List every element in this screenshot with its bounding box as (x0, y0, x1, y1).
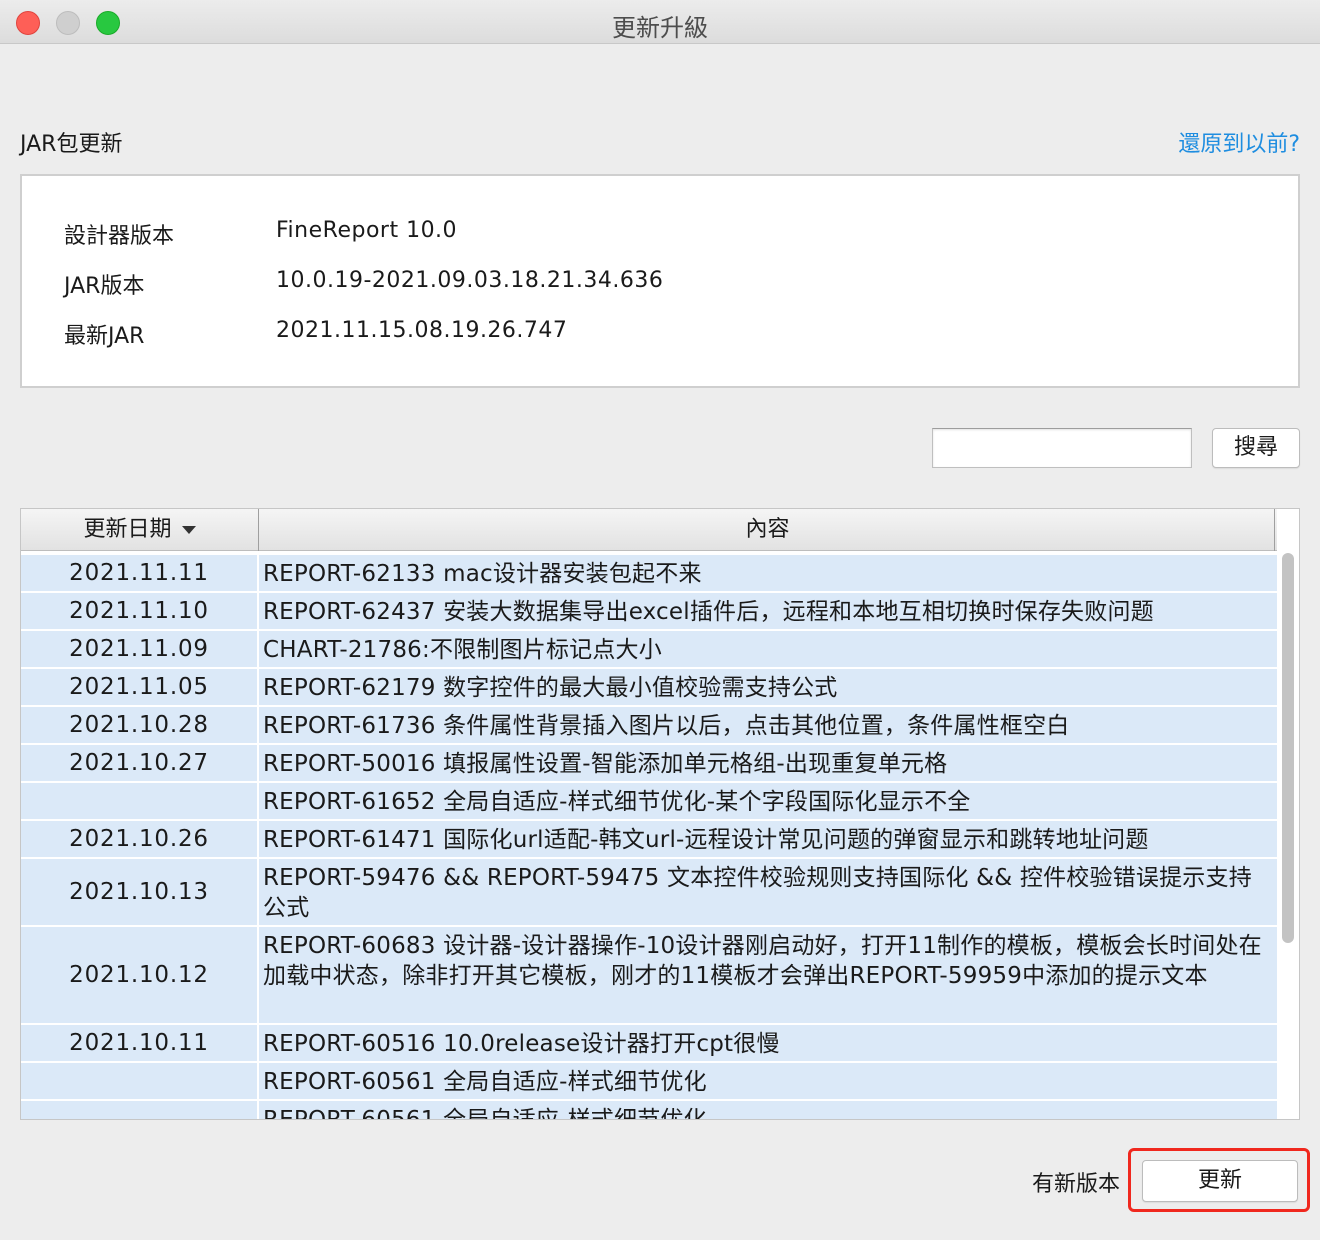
cell-date: 2021.10.11 (21, 1025, 259, 1061)
update-log-table: 更新日期 內容 2021.11.11 REPORT-62133 mac设计器安装包… (20, 508, 1300, 1120)
table-row[interactable]: 2021.11.10 REPORT-62437 安装大数据集导出excel插件后，… (21, 593, 1277, 631)
cell-date: 2021.10.12 (21, 927, 259, 1023)
info-label: JAR版本 (64, 274, 145, 299)
cell-content: REPORT-61652 全局自适应-样式细节优化-某个字段国际化显示不全 (263, 789, 971, 815)
restore-previous-link[interactable]: 還原到以前? (1178, 126, 1300, 158)
table-row[interactable]: 2021.11.09 CHART-21786:不限制图片标记点大小 (21, 631, 1277, 669)
table-row[interactable]: 2021.10.13 REPORT-59476 && REPORT-59475 文… (21, 859, 1277, 927)
search-input[interactable] (932, 428, 1192, 468)
table-row[interactable]: REPORT-60561 全局自适应-样式细节优化 (21, 1101, 1277, 1120)
table-row[interactable]: 2021.10.26 REPORT-61471 国际化url适配-韩文url-远程… (21, 821, 1277, 859)
sort-descending-icon (181, 526, 196, 534)
window-title: 更新升級 (612, 14, 708, 42)
table-row[interactable]: REPORT-61652 全局自适应-样式细节优化-某个字段国际化显示不全 (21, 783, 1277, 821)
table-row[interactable]: 2021.11.05 REPORT-62179 数字控件的最大最小值校验需支持公式 (21, 669, 1277, 707)
cell-content: REPORT-60516 10.0release设计器打开cpt很慢 (263, 1031, 780, 1057)
cell-date: 2021.11.05 (21, 669, 259, 705)
cell-content: REPORT-62133 mac设计器安装包起不来 (263, 561, 702, 587)
update-dialog: 更新升級 JAR包更新 還原到以前? 設計器版本 FineReport 10.0… (0, 0, 1320, 1240)
cell-content: CHART-21786:不限制图片标记点大小 (263, 637, 662, 663)
column-header-date-label: 更新日期 (83, 517, 172, 542)
info-label: 最新JAR (64, 324, 145, 349)
table-body: 2021.11.11 REPORT-62133 mac设计器安装包起不来 2021.… (21, 551, 1277, 1120)
cell-date: 2021.11.10 (21, 593, 259, 629)
table-header: 更新日期 內容 (21, 509, 1277, 551)
cell-date: 2021.10.27 (21, 745, 259, 781)
table-row[interactable]: REPORT-60561 全局自适应-样式细节优化 (21, 1063, 1277, 1101)
cell-date (21, 783, 259, 819)
new-version-label: 有新版本 (1032, 1172, 1121, 1197)
table-row[interactable]: 2021.11.11 REPORT-62133 mac设计器安装包起不来 (21, 555, 1277, 593)
cell-date (21, 1063, 259, 1099)
scrollbar-thumb[interactable] (1282, 553, 1294, 943)
table-row[interactable]: 2021.10.28 REPORT-61736 条件属性背景插入图片以后，点击其他… (21, 707, 1277, 745)
cell-content: REPORT-60561 全局自适应-样式细节优化 (263, 1069, 707, 1095)
update-button[interactable]: 更新 (1142, 1160, 1298, 1202)
column-header-content[interactable]: 內容 (261, 509, 1275, 551)
cell-date: 2021.10.13 (21, 859, 259, 925)
column-header-date[interactable]: 更新日期 (21, 509, 259, 551)
title-bar: 更新升級 (0, 0, 1320, 44)
section-title: JAR包更新 (20, 132, 123, 157)
cell-content: REPORT-61471 国际化url适配-韩文url-远程设计常见问题的弹窗显… (263, 827, 1149, 853)
cell-content: REPORT-62179 数字控件的最大最小值校验需支持公式 (263, 675, 838, 701)
cell-content: REPORT-60683 设计器-设计器操作-10设计器刚启动好，打开11制作的… (263, 933, 1262, 989)
cell-content: REPORT-61736 条件属性背景插入图片以后，点击其他位置，条件属性框空白 (263, 713, 1070, 739)
cell-content: REPORT-59476 && REPORT-59475 文本控件校验规则支持国… (263, 865, 1252, 921)
table-row[interactable]: 2021.10.27 REPORT-50016 填报属性设置-智能添加单元格组-出… (21, 745, 1277, 783)
table-row[interactable]: 2021.10.12 REPORT-60683 设计器-设计器操作-10设计器刚启… (21, 927, 1277, 1025)
vertical-scrollbar[interactable] (1280, 553, 1296, 1119)
cell-content: REPORT-60561 全局自适应-样式细节优化 (263, 1107, 707, 1120)
info-value: 2021.11.15.08.19.26.747 (276, 318, 568, 343)
search-button[interactable]: 搜尋 (1212, 428, 1300, 468)
cell-content: REPORT-62437 安装大数据集导出excel插件后，远程和本地互相切换时… (263, 599, 1154, 625)
cell-content: REPORT-50016 填报属性设置-智能添加单元格组-出现重复单元格 (263, 751, 948, 777)
version-info-panel: 設計器版本 FineReport 10.0 JAR版本 10.0.19-2021… (20, 174, 1300, 388)
cell-date: 2021.10.28 (21, 707, 259, 743)
info-value: 10.0.19-2021.09.03.18.21.34.636 (276, 268, 664, 293)
table-row[interactable]: 2021.10.11 REPORT-60516 10.0release设计器打开c… (21, 1025, 1277, 1063)
cell-date: 2021.11.11 (21, 555, 259, 591)
cell-date (21, 1101, 259, 1119)
cell-date: 2021.10.26 (21, 821, 259, 857)
info-label: 設計器版本 (64, 224, 175, 249)
cell-date: 2021.11.09 (21, 631, 259, 667)
info-value: FineReport 10.0 (276, 218, 458, 243)
